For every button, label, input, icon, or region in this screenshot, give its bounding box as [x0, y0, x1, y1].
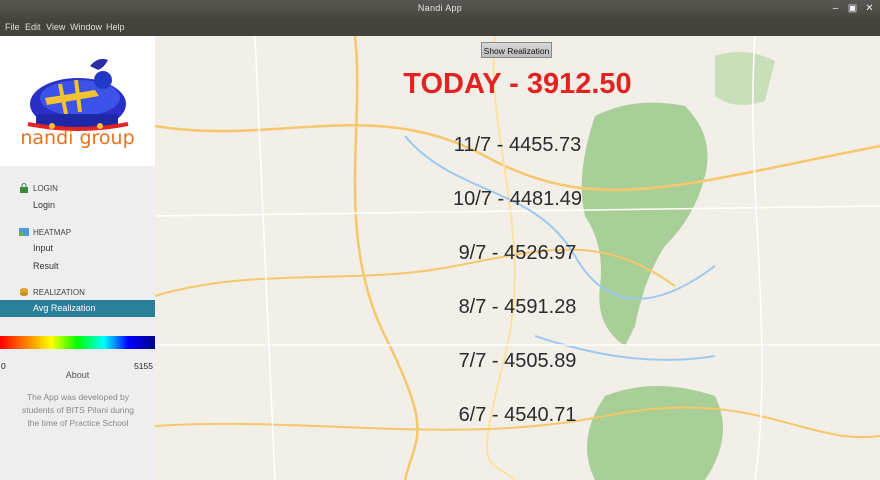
- nav-item-avg-realization-label: Avg Realization: [33, 303, 96, 313]
- nav-item-avg-realization[interactable]: Avg Realization: [0, 300, 155, 317]
- menu-window[interactable]: Window: [70, 22, 102, 32]
- nav-head-login: LOGIN: [33, 184, 58, 193]
- menu-view[interactable]: View: [46, 22, 65, 32]
- realization-row: 10/7 - 4481.49: [453, 188, 582, 210]
- menu-bar: File Edit View Window Help: [0, 19, 880, 36]
- maximize-icon[interactable]: ▣: [847, 3, 858, 14]
- minimize-icon[interactable]: –: [830, 3, 841, 14]
- map-icon: [19, 228, 29, 236]
- menu-help[interactable]: Help: [106, 22, 125, 32]
- realization-row: 7/7 - 4505.89: [458, 350, 577, 372]
- menu-file[interactable]: File: [5, 22, 20, 32]
- realization-row: 8/7 - 4591.28: [458, 296, 577, 318]
- nav-item-login[interactable]: Login: [33, 200, 55, 210]
- about-title: About: [65, 370, 90, 380]
- nav-item-result[interactable]: Result: [33, 261, 59, 271]
- title-bar: Nandi App – ▣ ✕: [0, 0, 880, 19]
- sidebar: nandi group LOGIN Login HEATMAP Input Re…: [0, 36, 155, 480]
- close-icon[interactable]: ✕: [864, 3, 875, 14]
- realization-row: 9/7 - 4526.97: [458, 242, 577, 264]
- show-realization-button[interactable]: Show Realization: [481, 42, 552, 58]
- logo-text: nandi group: [20, 127, 135, 149]
- realization-row: 6/7 - 4540.71: [458, 404, 577, 426]
- today-value: TODAY - 3912.50: [403, 68, 632, 100]
- nav-head-realization: REALIZATION: [33, 288, 85, 297]
- color-scale-bar: [0, 336, 155, 349]
- window-title: Nandi App: [417, 3, 463, 13]
- lock-icon: [20, 183, 28, 193]
- coins-icon: [20, 288, 28, 296]
- nav-item-input[interactable]: Input: [33, 243, 53, 253]
- nav-head-heatmap: HEATMAP: [33, 228, 72, 237]
- nandi-logo: nandi group: [0, 36, 155, 166]
- about-text: The App was developed by students of BIT…: [22, 392, 134, 428]
- realization-row: 11/7 - 4455.73: [453, 134, 582, 156]
- menu-edit[interactable]: Edit: [25, 22, 41, 32]
